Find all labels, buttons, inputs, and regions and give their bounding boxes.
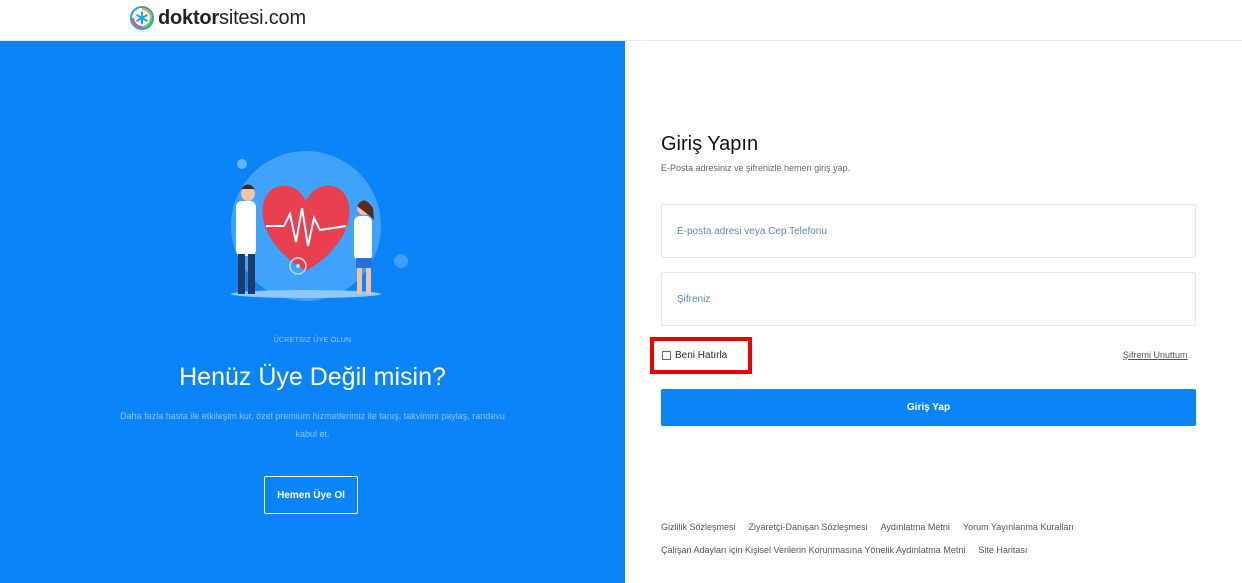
promo-kicker: ÜCRETSİZ ÜYE OLUN xyxy=(273,337,352,344)
footer-link-visitor-agreement[interactable]: Ziyaretçi-Danışan Sözleşmesi xyxy=(749,522,868,533)
login-submit-button[interactable]: Giriş Yap xyxy=(661,389,1196,426)
email-input[interactable] xyxy=(662,205,1195,257)
email-field-wrapper xyxy=(661,204,1196,258)
promo-description: Daha fazla hasta ile etkileşim kur, özel… xyxy=(120,411,505,439)
footer-link-sitemap[interactable]: Site Haritası xyxy=(978,545,1027,556)
footer-link-privacy[interactable]: Gizlilik Sözleşmesi xyxy=(661,522,736,533)
top-header: doktorsitesi.com xyxy=(0,0,1242,41)
footer-row-1: Gizlilik Sözleşmesi Ziyaretçi-Danışan Sö… xyxy=(661,522,1221,533)
remember-me-checkbox[interactable] xyxy=(662,351,671,360)
site-logo[interactable]: doktorsitesi.com xyxy=(130,6,306,30)
logo-text: doktorsitesi.com xyxy=(158,6,306,29)
password-field-wrapper xyxy=(661,272,1196,326)
footer-row-2: Çalışan Adayları için Kişisel Verilerin … xyxy=(661,545,1221,556)
login-subtitle: E-Posta adresiniz ve şifrenizle hemen gi… xyxy=(661,163,851,173)
signup-promo-panel: ÜCRETSİZ ÜYE OLUN Henüz Üye Değil misin?… xyxy=(0,41,625,583)
remember-me-label[interactable]: Beni Hatırla xyxy=(675,350,727,361)
footer-link-disclosure[interactable]: Aydınlatma Metni xyxy=(881,522,950,533)
password-input[interactable] xyxy=(662,273,1195,325)
login-panel: Giriş Yapın E-Posta adresiniz ve şifreni… xyxy=(625,41,1242,583)
promo-title: Henüz Üye Değil misin? xyxy=(179,363,446,391)
forgot-password-link[interactable]: Şifremi Unuttum xyxy=(1123,350,1188,360)
remember-me-highlight[interactable]: Beni Hatırla xyxy=(650,337,752,374)
join-now-button[interactable]: Hemen Üye Ol xyxy=(264,476,358,514)
login-title: Giriş Yapın xyxy=(661,133,759,155)
doctors-heart-illustration xyxy=(231,151,408,301)
footer-links: Gizlilik Sözleşmesi Ziyaretçi-Danışan Sö… xyxy=(661,522,1221,568)
footer-link-comment-rules[interactable]: Yorum Yayınlanma Kuralları xyxy=(963,522,1074,533)
footer-link-candidate-kvkk[interactable]: Çalışan Adayları için Kişisel Verilerin … xyxy=(661,545,965,556)
asterisk-circle-icon xyxy=(130,6,154,30)
